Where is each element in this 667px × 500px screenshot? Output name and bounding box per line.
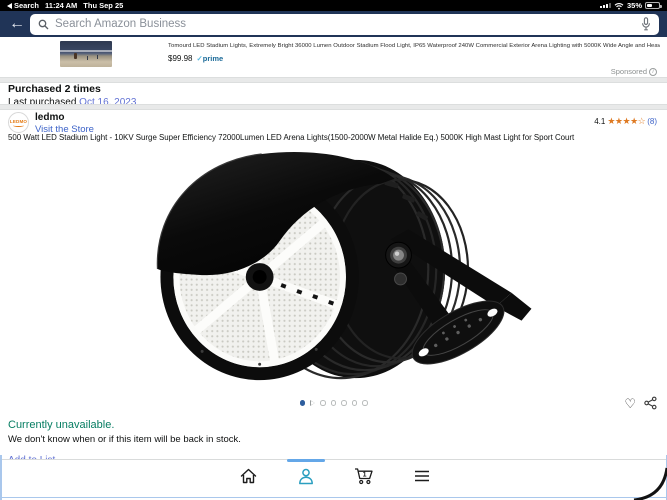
product-image[interactable] <box>142 148 540 396</box>
profile-icon <box>298 468 314 485</box>
carousel-dot[interactable] <box>320 400 326 406</box>
home-icon <box>240 468 257 484</box>
carousel-dot[interactable] <box>341 400 347 406</box>
top-nav-bar: ← Search Amazon Business <box>0 11 667 37</box>
back-triangle-icon <box>7 3 12 9</box>
sponsored-label: Sponsored <box>611 67 647 76</box>
availability-note: We don't know when or if this item will … <box>8 434 241 445</box>
wifi-icon <box>614 2 624 10</box>
prime-badge: ✓prime <box>196 54 223 63</box>
cart-icon: 1 <box>354 467 374 485</box>
cellular-signal-icon <box>600 3 611 9</box>
carousel-dot-selected[interactable] <box>300 400 306 406</box>
brand-logo[interactable]: LEDMO <box>8 112 29 133</box>
share-icon[interactable] <box>644 396 657 410</box>
bezel-corner-arc <box>627 460 667 500</box>
rating-value: 4.1 <box>594 117 605 126</box>
product-title: 500 Watt LED Stadium Light - 10KV Surge … <box>8 133 663 142</box>
date: Thu Sep 25 <box>83 1 123 10</box>
section-divider <box>0 104 667 110</box>
carousel-dot[interactable] <box>331 400 337 406</box>
back-to-app[interactable]: Search <box>7 1 39 10</box>
brand-row: LEDMO ledmo Visit the Store <box>8 112 94 135</box>
selected-tab-indicator <box>287 459 325 462</box>
battery-percent: 35% <box>627 1 642 10</box>
purchased-count-label: Purchased 2 times <box>8 83 136 95</box>
carousel-dot[interactable] <box>362 400 368 406</box>
back-app-label: Search <box>14 1 39 10</box>
cart-badge-count: 1 <box>363 472 367 479</box>
review-count-link[interactable]: (8) <box>647 117 657 126</box>
back-button[interactable]: ← <box>9 14 25 34</box>
hamburger-menu-icon <box>414 469 430 483</box>
tab-profile-selected[interactable] <box>293 460 319 492</box>
availability-status: Currently unavailable. <box>8 419 241 431</box>
screen-edge-border <box>0 455 2 500</box>
search-placeholder: Search Amazon Business <box>55 18 635 30</box>
sponsored-label-row[interactable]: Sponsored i <box>611 67 657 76</box>
star-rating-icons: ★★★★☆ <box>607 117 645 126</box>
brand-swoosh-icon <box>13 124 24 127</box>
rating-summary[interactable]: 4.1 ★★★★☆ (8) <box>594 117 657 126</box>
brand-name[interactable]: ledmo <box>35 112 94 123</box>
bottom-tab-bar: 1 <box>0 459 667 491</box>
carousel-dot[interactable] <box>352 400 358 406</box>
ad-title[interactable]: Tomourd LED Stadium Lights, Extremely Br… <box>168 43 660 49</box>
microphone-icon[interactable] <box>641 17 651 31</box>
status-bar: Search 11:24 AM Thu Sep 25 35% <box>0 0 667 11</box>
clock: 11:24 AM <box>45 1 77 10</box>
ad-thumbnail-image[interactable] <box>60 41 112 67</box>
image-carousel-dots <box>0 400 667 406</box>
search-icon <box>38 19 49 30</box>
tab-cart[interactable]: 1 <box>351 460 377 492</box>
search-bar[interactable]: Search Amazon Business <box>30 14 659 35</box>
info-icon[interactable]: i <box>649 68 657 76</box>
battery-icon <box>645 2 660 9</box>
app-screen: Search 11:24 AM Thu Sep 25 35% ← <box>0 0 667 500</box>
sponsored-ad[interactable]: Tomourd LED Stadium Lights, Extremely Br… <box>0 37 667 77</box>
ad-price: $99.98 <box>168 54 192 63</box>
carousel-video-icon[interactable] <box>310 400 315 406</box>
tab-home[interactable] <box>235 460 261 492</box>
tab-menu[interactable] <box>409 460 435 492</box>
screen-edge-border <box>0 497 667 499</box>
wishlist-heart-icon[interactable]: ♡ <box>624 397 636 410</box>
